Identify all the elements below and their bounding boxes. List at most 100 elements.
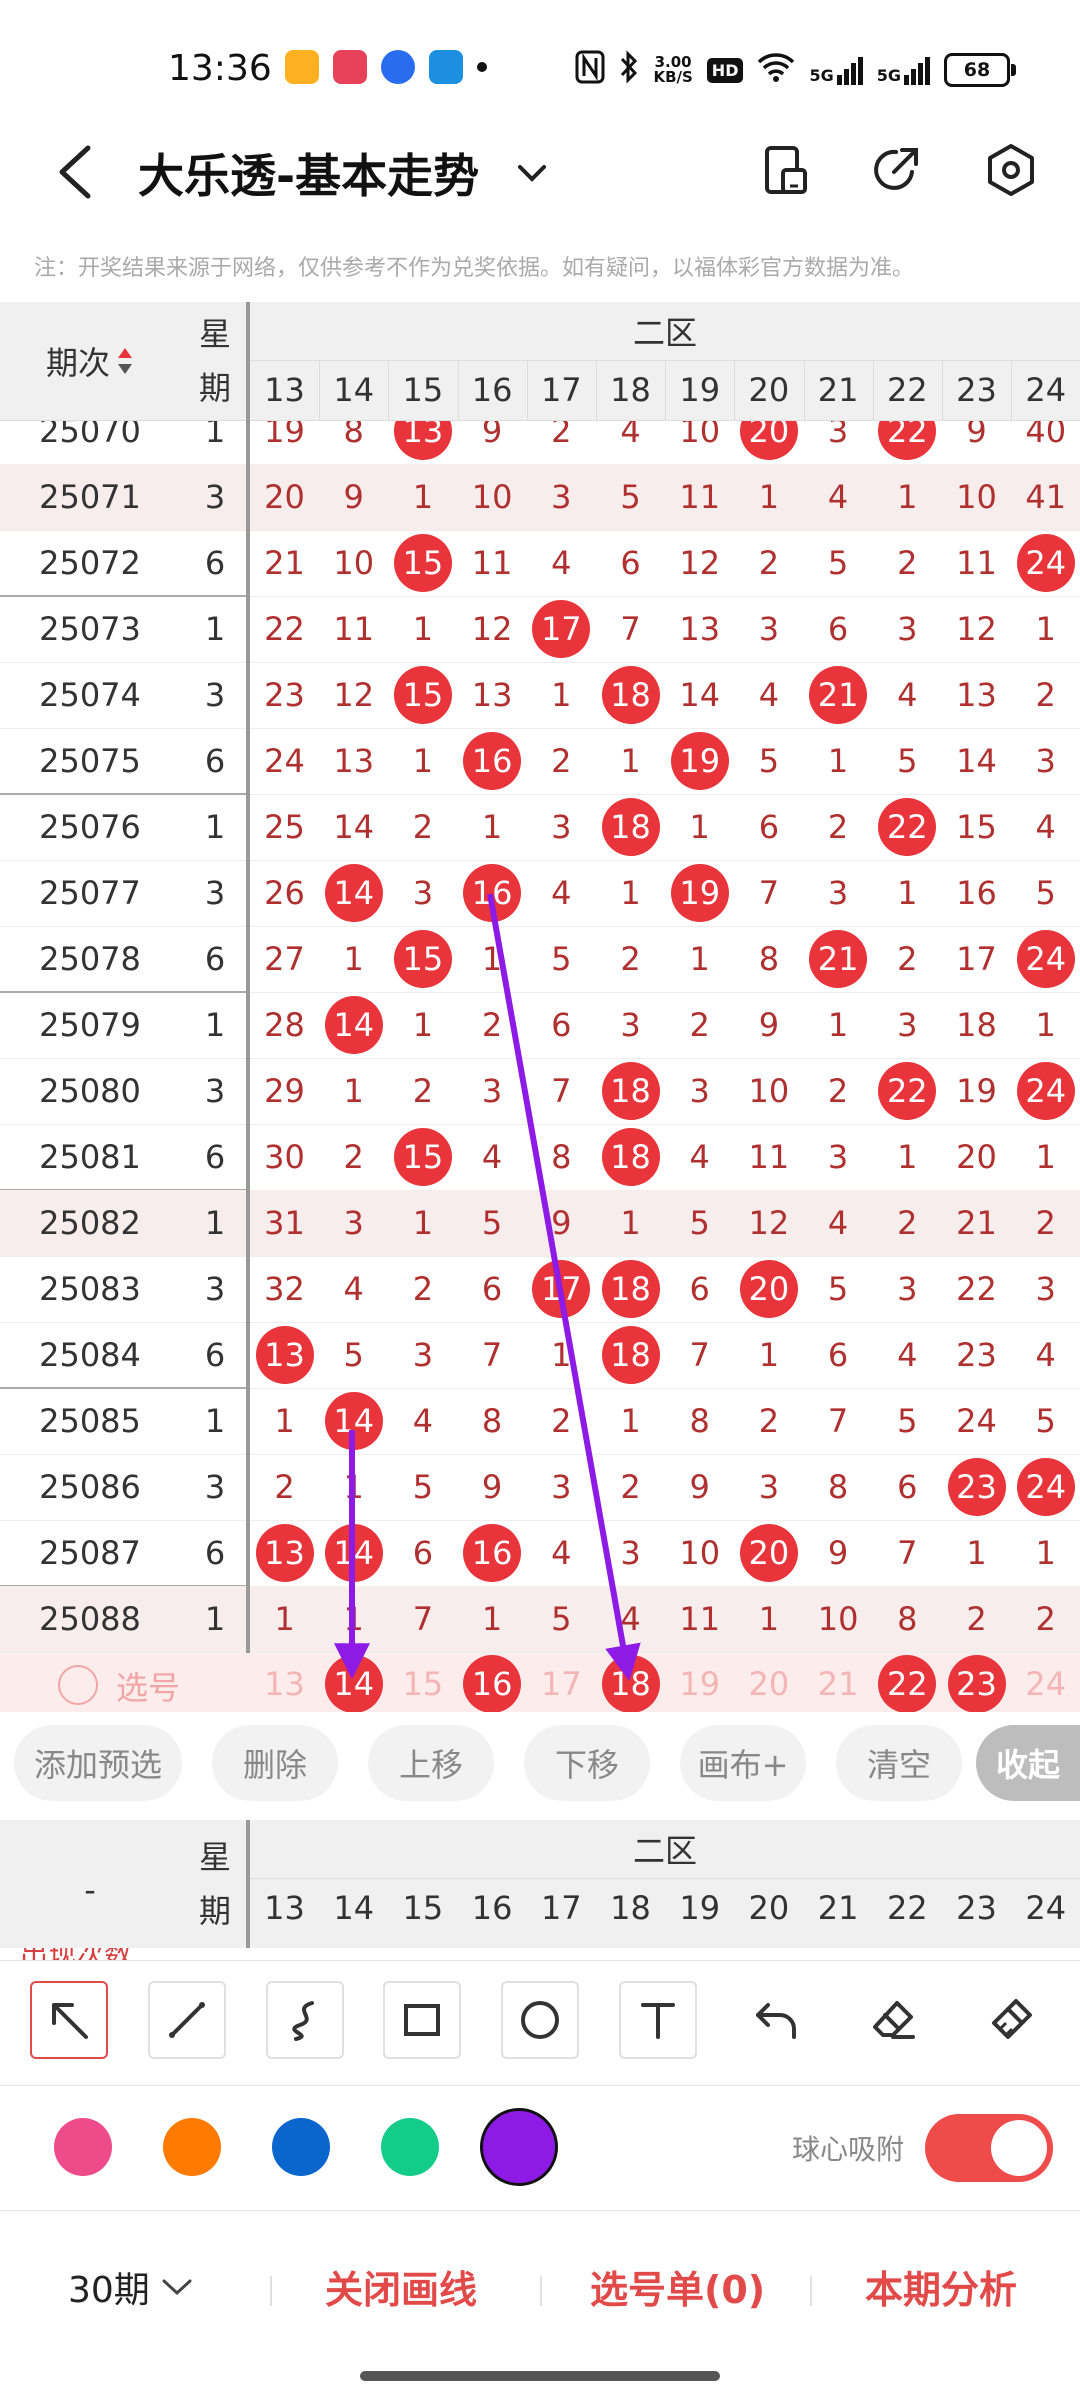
omission-cell[interactable]: 28 [250, 992, 319, 1058]
hit-cell[interactable]: 17 [527, 1256, 596, 1322]
omission-cell[interactable]: 2 [388, 794, 457, 860]
omission-cell[interactable]: 2 [596, 926, 665, 992]
omission-cell[interactable]: 4 [1011, 1322, 1080, 1388]
share-icon[interactable] [868, 142, 924, 198]
omission-cell[interactable]: 2 [388, 1058, 457, 1124]
omission-cell[interactable]: 2 [665, 992, 734, 1058]
omission-cell[interactable]: 3 [734, 1454, 803, 1520]
omission-cell[interactable]: 3 [388, 860, 457, 926]
omission-cell[interactable]: 1 [319, 1586, 388, 1652]
omission-cell[interactable]: 5 [388, 1454, 457, 1520]
text-tool-icon[interactable] [619, 1981, 697, 2059]
omission-cell[interactable]: 5 [1011, 860, 1080, 926]
omission-cell[interactable]: 4 [527, 860, 596, 926]
omission-cell[interactable]: 2 [734, 530, 803, 596]
omission-cell[interactable]: 5 [665, 1190, 734, 1256]
omission-cell[interactable]: 5 [804, 530, 873, 596]
omission-cell[interactable]: 6 [596, 530, 665, 596]
omission-cell[interactable]: 3 [527, 794, 596, 860]
hit-cell[interactable]: 21 [804, 662, 873, 728]
hit-cell[interactable]: 15 [388, 926, 457, 992]
omission-cell[interactable]: 3 [873, 1256, 942, 1322]
hit-cell[interactable]: 24 [1011, 926, 1080, 992]
circle-tool-icon[interactable] [501, 1981, 579, 2059]
hit-cell[interactable]: 20 [734, 1256, 803, 1322]
omission-cell[interactable]: 12 [942, 596, 1011, 662]
select-number-selected[interactable]: 16 [458, 1653, 527, 1712]
omission-cell[interactable]: 4 [804, 464, 873, 530]
omission-cell[interactable]: 12 [319, 662, 388, 728]
hit-cell[interactable]: 24 [1011, 530, 1080, 596]
omission-cell[interactable]: 19 [942, 1058, 1011, 1124]
omission-cell[interactable]: 8 [458, 1388, 527, 1454]
omission-cell[interactable]: 6 [804, 596, 873, 662]
omission-cell[interactable]: 29 [250, 1058, 319, 1124]
omission-cell[interactable]: 4 [873, 1322, 942, 1388]
hit-cell[interactable]: 18 [596, 1058, 665, 1124]
omission-cell[interactable]: 1 [596, 1190, 665, 1256]
omission-cell[interactable]: 7 [804, 1388, 873, 1454]
omission-cell[interactable]: 6 [873, 1454, 942, 1520]
hit-cell[interactable]: 16 [458, 860, 527, 926]
page-title[interactable]: 大乐透-基本走势 [138, 140, 479, 206]
omission-cell[interactable]: 5 [804, 1256, 873, 1322]
omission-cell[interactable]: 18 [942, 992, 1011, 1058]
omission-cell[interactable]: 1 [527, 662, 596, 728]
omission-cell[interactable]: 24 [942, 1388, 1011, 1454]
omission-cell[interactable]: 5 [596, 464, 665, 530]
omission-cell[interactable]: 2 [527, 728, 596, 794]
snap-toggle[interactable] [925, 2114, 1053, 2182]
omission-cell[interactable]: 11 [734, 1124, 803, 1190]
omission-cell[interactable]: 1 [734, 1586, 803, 1652]
omission-cell[interactable]: 5 [319, 1322, 388, 1388]
hit-cell[interactable]: 16 [458, 1520, 527, 1586]
omission-cell[interactable]: 27 [250, 926, 319, 992]
omission-cell[interactable]: 11 [458, 530, 527, 596]
hit-cell[interactable]: 14 [319, 992, 388, 1058]
hit-cell[interactable]: 24 [1011, 1058, 1080, 1124]
omission-cell[interactable]: 6 [458, 1256, 527, 1322]
omission-cell[interactable]: 1 [873, 860, 942, 926]
omission-cell[interactable]: 1 [319, 1454, 388, 1520]
omission-cell[interactable]: 3 [734, 596, 803, 662]
hit-cell[interactable]: 16 [458, 728, 527, 794]
omission-cell[interactable]: 1 [1011, 992, 1080, 1058]
omission-cell[interactable]: 11 [319, 596, 388, 662]
omission-cell[interactable]: 23 [250, 662, 319, 728]
omission-cell[interactable]: 3 [665, 1058, 734, 1124]
omission-cell[interactable]: 6 [527, 992, 596, 1058]
omission-cell[interactable]: 11 [665, 1586, 734, 1652]
period-column-header[interactable]: 期次 [0, 302, 180, 420]
omission-cell[interactable]: 1 [804, 992, 873, 1058]
select-number[interactable]: 24 [1011, 1653, 1080, 1712]
omission-cell[interactable]: 3 [527, 464, 596, 530]
omission-cell[interactable]: 4 [527, 530, 596, 596]
omission-cell[interactable]: 2 [250, 1454, 319, 1520]
number-select-row[interactable]: 选号 13 14 15 16 17 18 19 20 21 22 23 24 [0, 1653, 1080, 1712]
omission-cell[interactable]: 9 [804, 1520, 873, 1586]
omission-cell[interactable]: 10 [665, 1520, 734, 1586]
omission-cell[interactable]: 10 [734, 1058, 803, 1124]
omission-cell[interactable]: 1 [665, 794, 734, 860]
omission-cell[interactable]: 26 [250, 860, 319, 926]
omission-cell[interactable]: 7 [873, 1520, 942, 1586]
omission-cell[interactable]: 17 [942, 926, 1011, 992]
omission-cell[interactable]: 1 [388, 992, 457, 1058]
trend-grid[interactable]: 期次 星 期 二区 13 14 15 16 17 18 19 20 21 22 23 24 25070… [0, 302, 1080, 1712]
omission-cell[interactable]: 8 [665, 1388, 734, 1454]
hit-cell[interactable]: 18 [596, 662, 665, 728]
close-drawing-button[interactable]: 关闭画线 [325, 2259, 477, 2314]
color-swatch-green[interactable] [381, 2118, 439, 2176]
omission-cell[interactable]: 3 [596, 992, 665, 1058]
omission-cell[interactable]: 20 [250, 464, 319, 530]
hit-cell[interactable]: 14 [319, 1520, 388, 1586]
omission-cell[interactable]: 6 [734, 794, 803, 860]
period-count-select[interactable]: 30期 [68, 2261, 194, 2313]
omission-cell[interactable]: 7 [388, 1586, 457, 1652]
omission-cell[interactable]: 9 [527, 1190, 596, 1256]
omission-cell[interactable]: 7 [458, 1322, 527, 1388]
hit-cell[interactable]: 21 [804, 926, 873, 992]
omission-cell[interactable]: 4 [596, 1586, 665, 1652]
omission-cell[interactable]: 14 [665, 662, 734, 728]
omission-cell[interactable]: 2 [873, 926, 942, 992]
